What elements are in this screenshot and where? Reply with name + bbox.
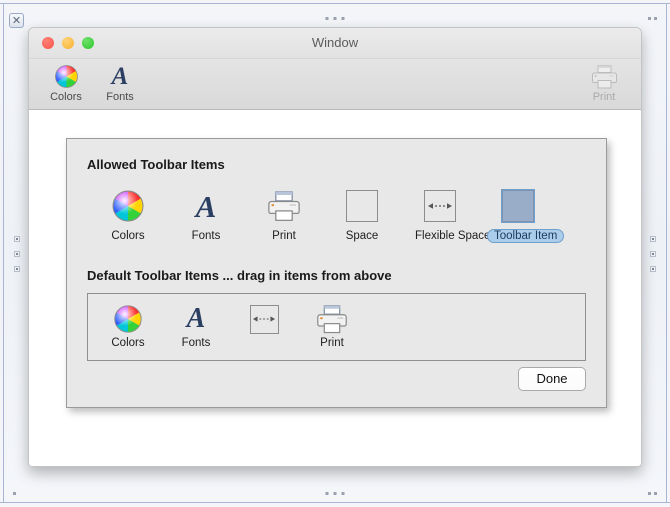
frame-grip-left[interactable] [14, 235, 20, 272]
palette-item-fonts[interactable]: A Fonts [175, 186, 237, 244]
grip-dot [333, 17, 337, 20]
generic-item-icon [487, 186, 549, 226]
grip-dot [650, 250, 656, 257]
grip-dot [650, 265, 656, 272]
grip-dot [14, 265, 20, 272]
app-window: Window Colors A Fonts Print Allowed Tool… [28, 27, 642, 467]
frame-close-button[interactable]: ✕ [9, 13, 24, 28]
customize-toolbar-sheet: Allowed Toolbar Items Colors A Fonts Pri… [66, 138, 607, 408]
window-toolbar: Colors A Fonts Print [29, 59, 641, 110]
grip-dot [648, 492, 651, 495]
palette-item-label: Print [272, 230, 296, 242]
palette-item-label: Colors [111, 230, 145, 242]
color-wheel-icon [97, 186, 159, 226]
frame-grip-top-right[interactable] [648, 17, 657, 20]
palette-item-print[interactable]: Print [253, 186, 315, 244]
toolbar-button-label: Print [592, 91, 616, 103]
grip-dot [341, 17, 345, 20]
grip-dot [325, 17, 329, 20]
font-a-icon: A [195, 188, 217, 224]
palette-item-label: Fonts [191, 230, 221, 242]
frame-right-border [666, 3, 667, 503]
dock-item-fonts[interactable]: A Fonts [168, 301, 224, 350]
default-items-heading: Default Toolbar Items ... drag in items … [87, 268, 392, 283]
sheet-footer: Done [518, 367, 586, 391]
palette-item-label: Toolbar Item [487, 229, 565, 243]
color-wheel-icon [100, 301, 156, 337]
palette-item-toolbar-item[interactable]: Toolbar Item [487, 186, 565, 244]
palette-item-colors[interactable]: Colors [97, 186, 159, 244]
grip-dot [14, 250, 20, 257]
flexible-space-icon [236, 301, 292, 337]
grip-dot [341, 492, 345, 495]
space-box-icon [331, 186, 393, 226]
grip-dot [648, 17, 651, 20]
palette-item-flexible-space[interactable]: Flexible Space [409, 186, 490, 244]
toolbar-button-fonts[interactable]: A Fonts [97, 63, 143, 103]
host-frame: ✕ Window Colors A Fonts Print Allowed To… [0, 0, 670, 507]
frame-grip-bottom[interactable] [325, 492, 345, 495]
toolbar-left-group: Colors A Fonts [43, 63, 143, 103]
dock-item-print[interactable]: Print [304, 301, 360, 349]
toolbar-button-label: Fonts [106, 91, 134, 103]
frame-grip-right[interactable] [650, 235, 656, 272]
grip-dot [333, 492, 337, 495]
toolbar-button-label: Colors [50, 91, 82, 103]
grip-dot [654, 492, 657, 495]
font-a-icon: A [111, 63, 129, 90]
frame-grip-top[interactable] [325, 17, 345, 20]
palette-item-label: Flexible Space [415, 230, 491, 242]
allowed-items-palette: Colors A Fonts Print Space Flexible Spac… [87, 186, 586, 244]
frame-grip-bottom-right[interactable] [648, 492, 657, 495]
dock-item-label: Fonts [181, 337, 211, 349]
grip-dot [650, 235, 656, 242]
dock-item-colors[interactable]: Colors [100, 301, 156, 349]
grip-dot [325, 492, 329, 495]
toolbar-button-colors[interactable]: Colors [43, 63, 89, 103]
frame-grip-bottom-left[interactable] [13, 492, 16, 495]
grip-dot [14, 235, 20, 242]
printer-icon [253, 186, 315, 226]
dock-item-flexible-space[interactable] [236, 301, 292, 337]
window-content: Allowed Toolbar Items Colors A Fonts Pri… [29, 110, 641, 466]
frame-left-border [3, 3, 4, 503]
dock-item-label: Print [320, 337, 344, 349]
palette-item-space[interactable]: Space [331, 186, 393, 244]
toolbar-button-print: Print [581, 63, 627, 103]
dock-item-label: Colors [111, 337, 145, 349]
printer-icon [304, 301, 360, 337]
color-wheel-icon [43, 63, 89, 90]
printer-icon [581, 63, 627, 90]
window-title: Window [311, 35, 359, 50]
done-button[interactable]: Done [518, 367, 586, 391]
flexible-space-icon [409, 186, 471, 226]
default-items-dock[interactable]: Colors A Fonts Print [87, 293, 586, 361]
grip-dot [13, 492, 16, 495]
palette-item-label: Space [345, 230, 379, 242]
window-titlebar[interactable]: Window [29, 28, 641, 59]
allowed-items-heading: Allowed Toolbar Items [87, 157, 225, 172]
font-a-icon: A [186, 303, 206, 334]
toolbar-right-group: Print [581, 63, 627, 103]
grip-dot [654, 17, 657, 20]
